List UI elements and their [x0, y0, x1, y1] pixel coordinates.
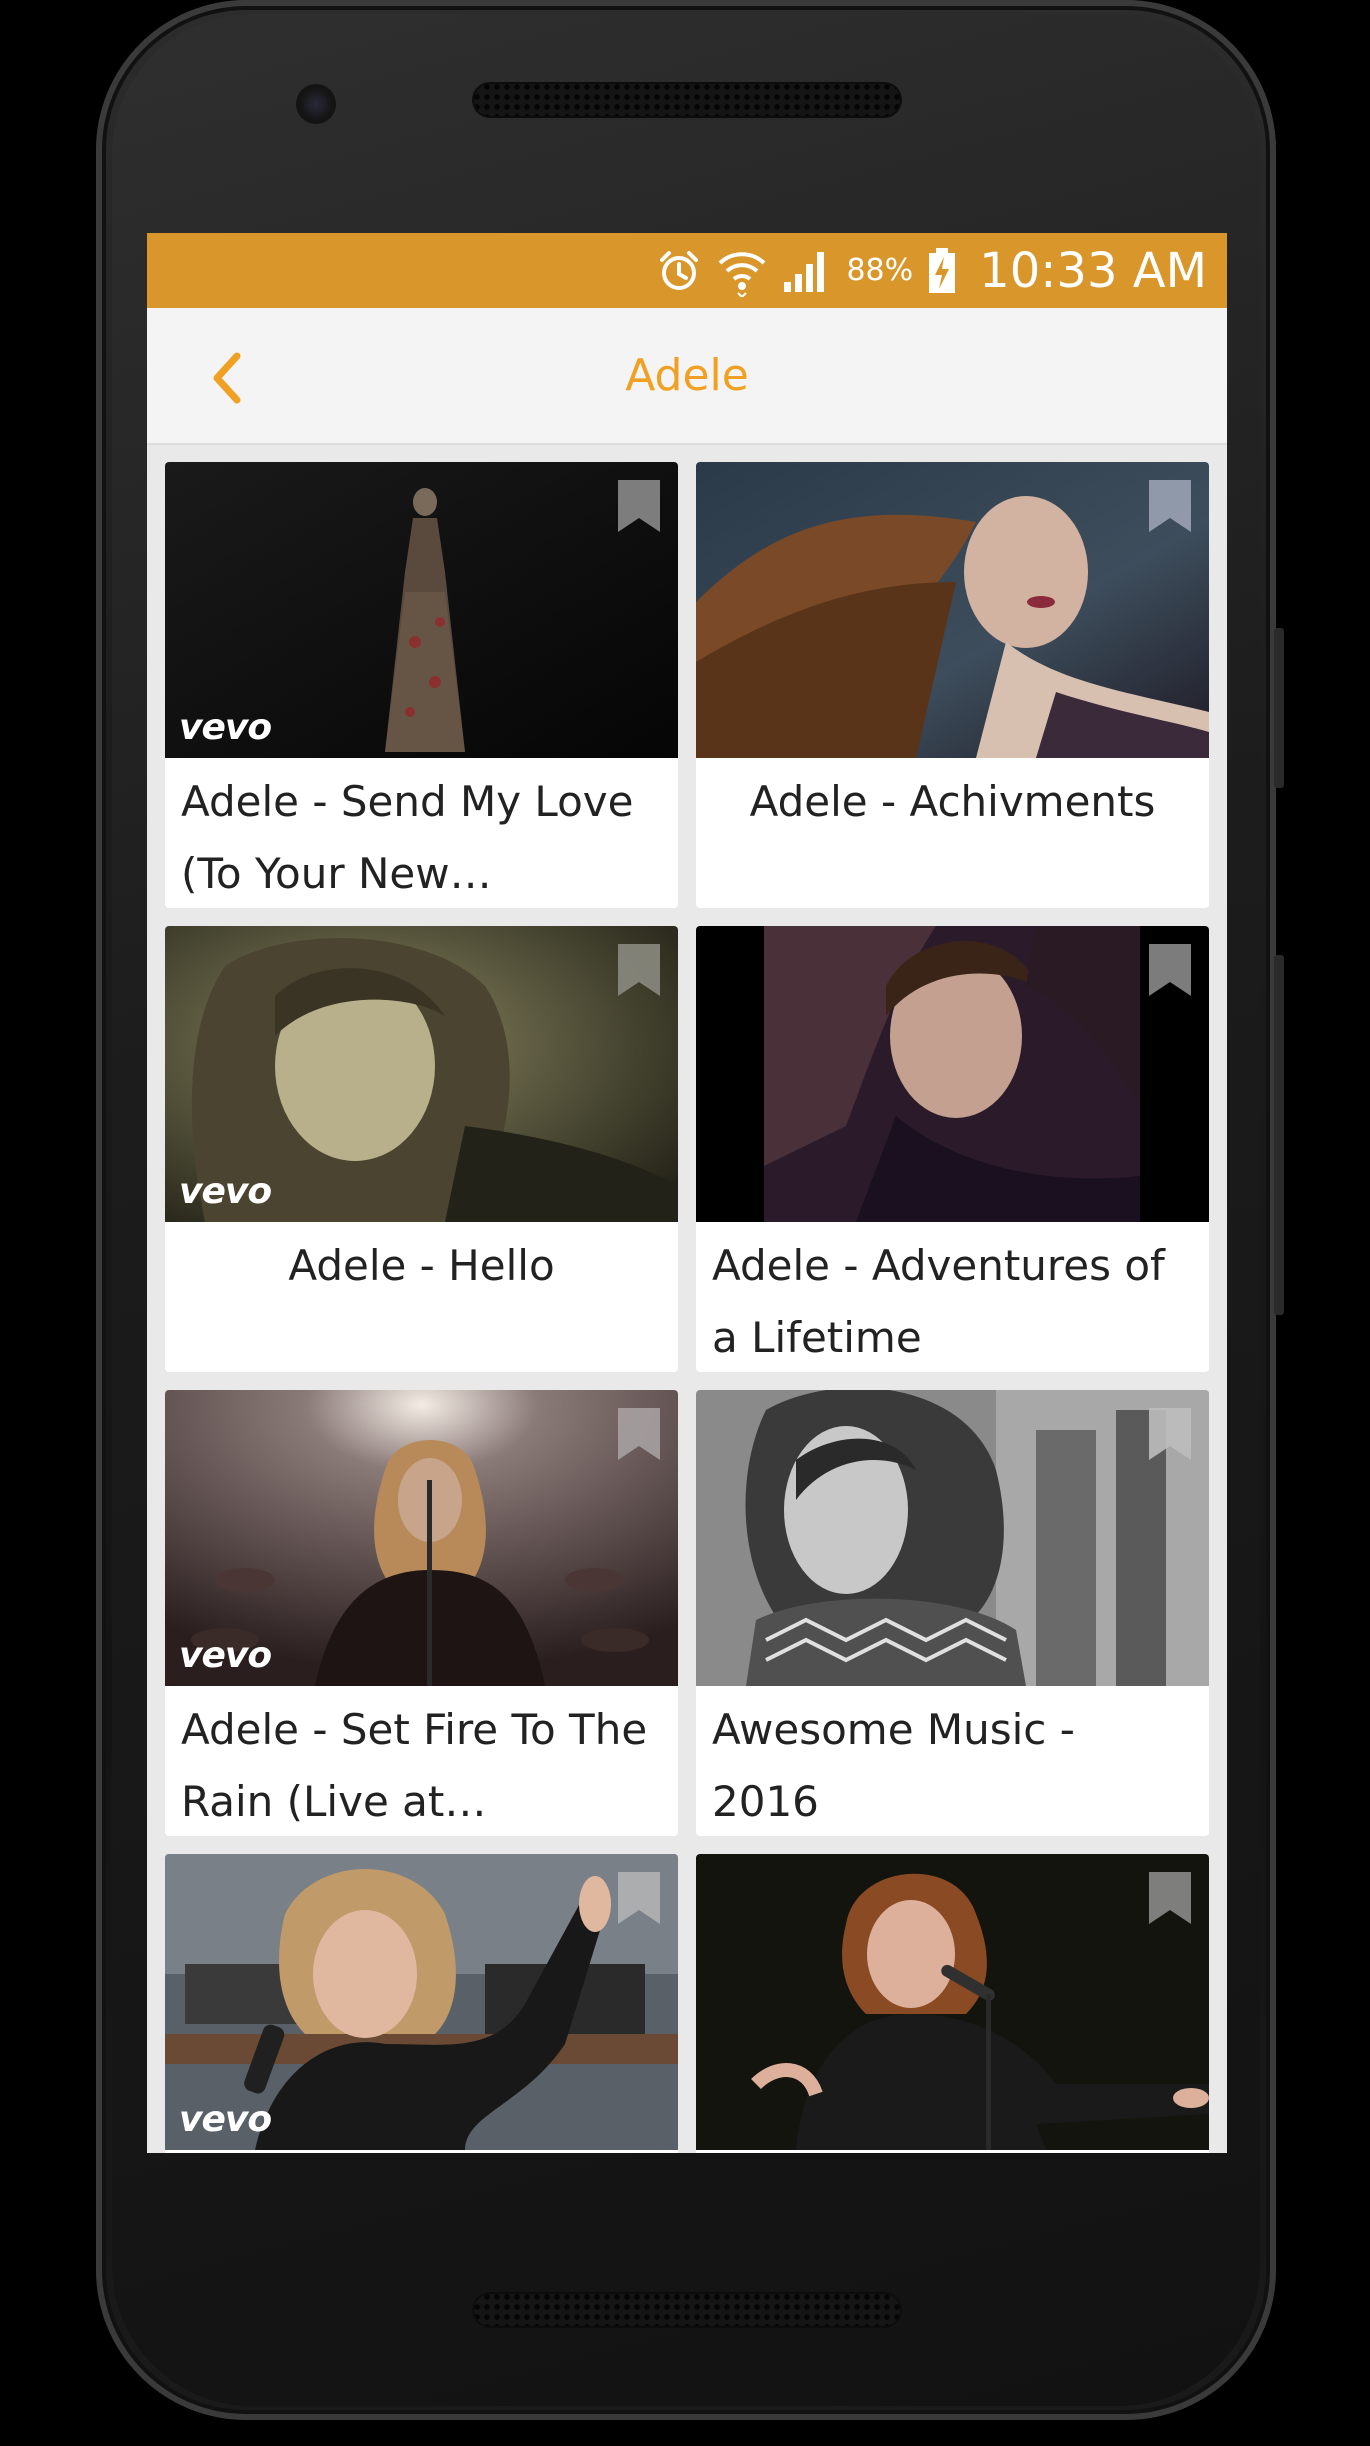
- earpiece-speaker: [472, 82, 902, 118]
- video-title: Adele - Hello: [288, 1241, 555, 1290]
- bookmark-icon[interactable]: [1147, 1870, 1193, 1926]
- video-grid: vevo Adele - Send My Love (To Your New…: [165, 462, 1209, 2153]
- video-card[interactable]: vevo Adele - Send My Love (To Your New…: [165, 462, 678, 908]
- vevo-logo: vevo: [179, 1635, 272, 1676]
- power-button: [1274, 955, 1284, 1315]
- video-card[interactable]: Awesome Music - 2016: [696, 1390, 1209, 1836]
- video-card[interactable]: [696, 1854, 1209, 2153]
- bottom-speaker: [472, 2292, 902, 2328]
- bookmark-icon[interactable]: [616, 1870, 662, 1926]
- app-bar: Adele: [147, 308, 1227, 445]
- video-thumbnail[interactable]: [696, 1854, 1209, 2150]
- vevo-logo: vevo: [179, 2099, 272, 2140]
- status-time: 10:33 AM: [979, 242, 1207, 299]
- bookmark-icon[interactable]: [616, 478, 662, 534]
- screen: 88% 10:33 AM Adele vevo Adele - Send My …: [147, 233, 1227, 2153]
- video-title: Adele - Achivments: [749, 777, 1156, 826]
- video-card[interactable]: Adele - Adventures of a Lifetime: [696, 926, 1209, 1372]
- video-title: Adele - Set Fire To The Rain (Live at…: [181, 1705, 648, 1826]
- video-title: Adele - Send My Love (To Your New…: [181, 777, 634, 898]
- video-title: Adele - Adventures of a Lifetime: [712, 1241, 1165, 1362]
- video-card[interactable]: vevo: [165, 1854, 678, 2153]
- video-title: [696, 2150, 1209, 2153]
- bookmark-icon[interactable]: [1147, 478, 1193, 534]
- bookmark-icon[interactable]: [1147, 1406, 1193, 1462]
- video-thumbnail[interactable]: [696, 462, 1209, 758]
- video-thumbnail[interactable]: vevo: [165, 926, 678, 1222]
- video-card[interactable]: vevo Adele - Hello: [165, 926, 678, 1372]
- video-card[interactable]: Adele - Achivments: [696, 462, 1209, 908]
- page-title: Adele: [625, 350, 749, 401]
- front-camera: [296, 84, 336, 124]
- video-thumbnail[interactable]: vevo: [165, 462, 678, 758]
- signal-icon: [782, 248, 832, 294]
- volume-button: [1274, 628, 1284, 788]
- video-thumbnail[interactable]: [696, 926, 1209, 1222]
- bookmark-icon[interactable]: [616, 1406, 662, 1462]
- video-thumbnail[interactable]: vevo: [165, 1854, 678, 2150]
- video-thumbnail[interactable]: [696, 1390, 1209, 1686]
- bookmark-icon[interactable]: [1147, 942, 1193, 998]
- vevo-logo: vevo: [179, 707, 272, 748]
- bookmark-icon[interactable]: [616, 942, 662, 998]
- video-title: Awesome Music - 2016: [712, 1705, 1075, 1826]
- vevo-logo: vevo: [179, 1171, 272, 1212]
- alarm-icon: [656, 248, 702, 294]
- status-bar: 88% 10:33 AM: [147, 233, 1227, 308]
- wifi-icon: [716, 245, 768, 297]
- battery-charging-icon: [927, 247, 957, 295]
- video-title: [165, 2150, 678, 2153]
- video-card[interactable]: vevo Adele - Set Fire To The Rain (Live …: [165, 1390, 678, 1836]
- video-thumbnail[interactable]: vevo: [165, 1390, 678, 1686]
- battery-percent: 88%: [846, 253, 914, 288]
